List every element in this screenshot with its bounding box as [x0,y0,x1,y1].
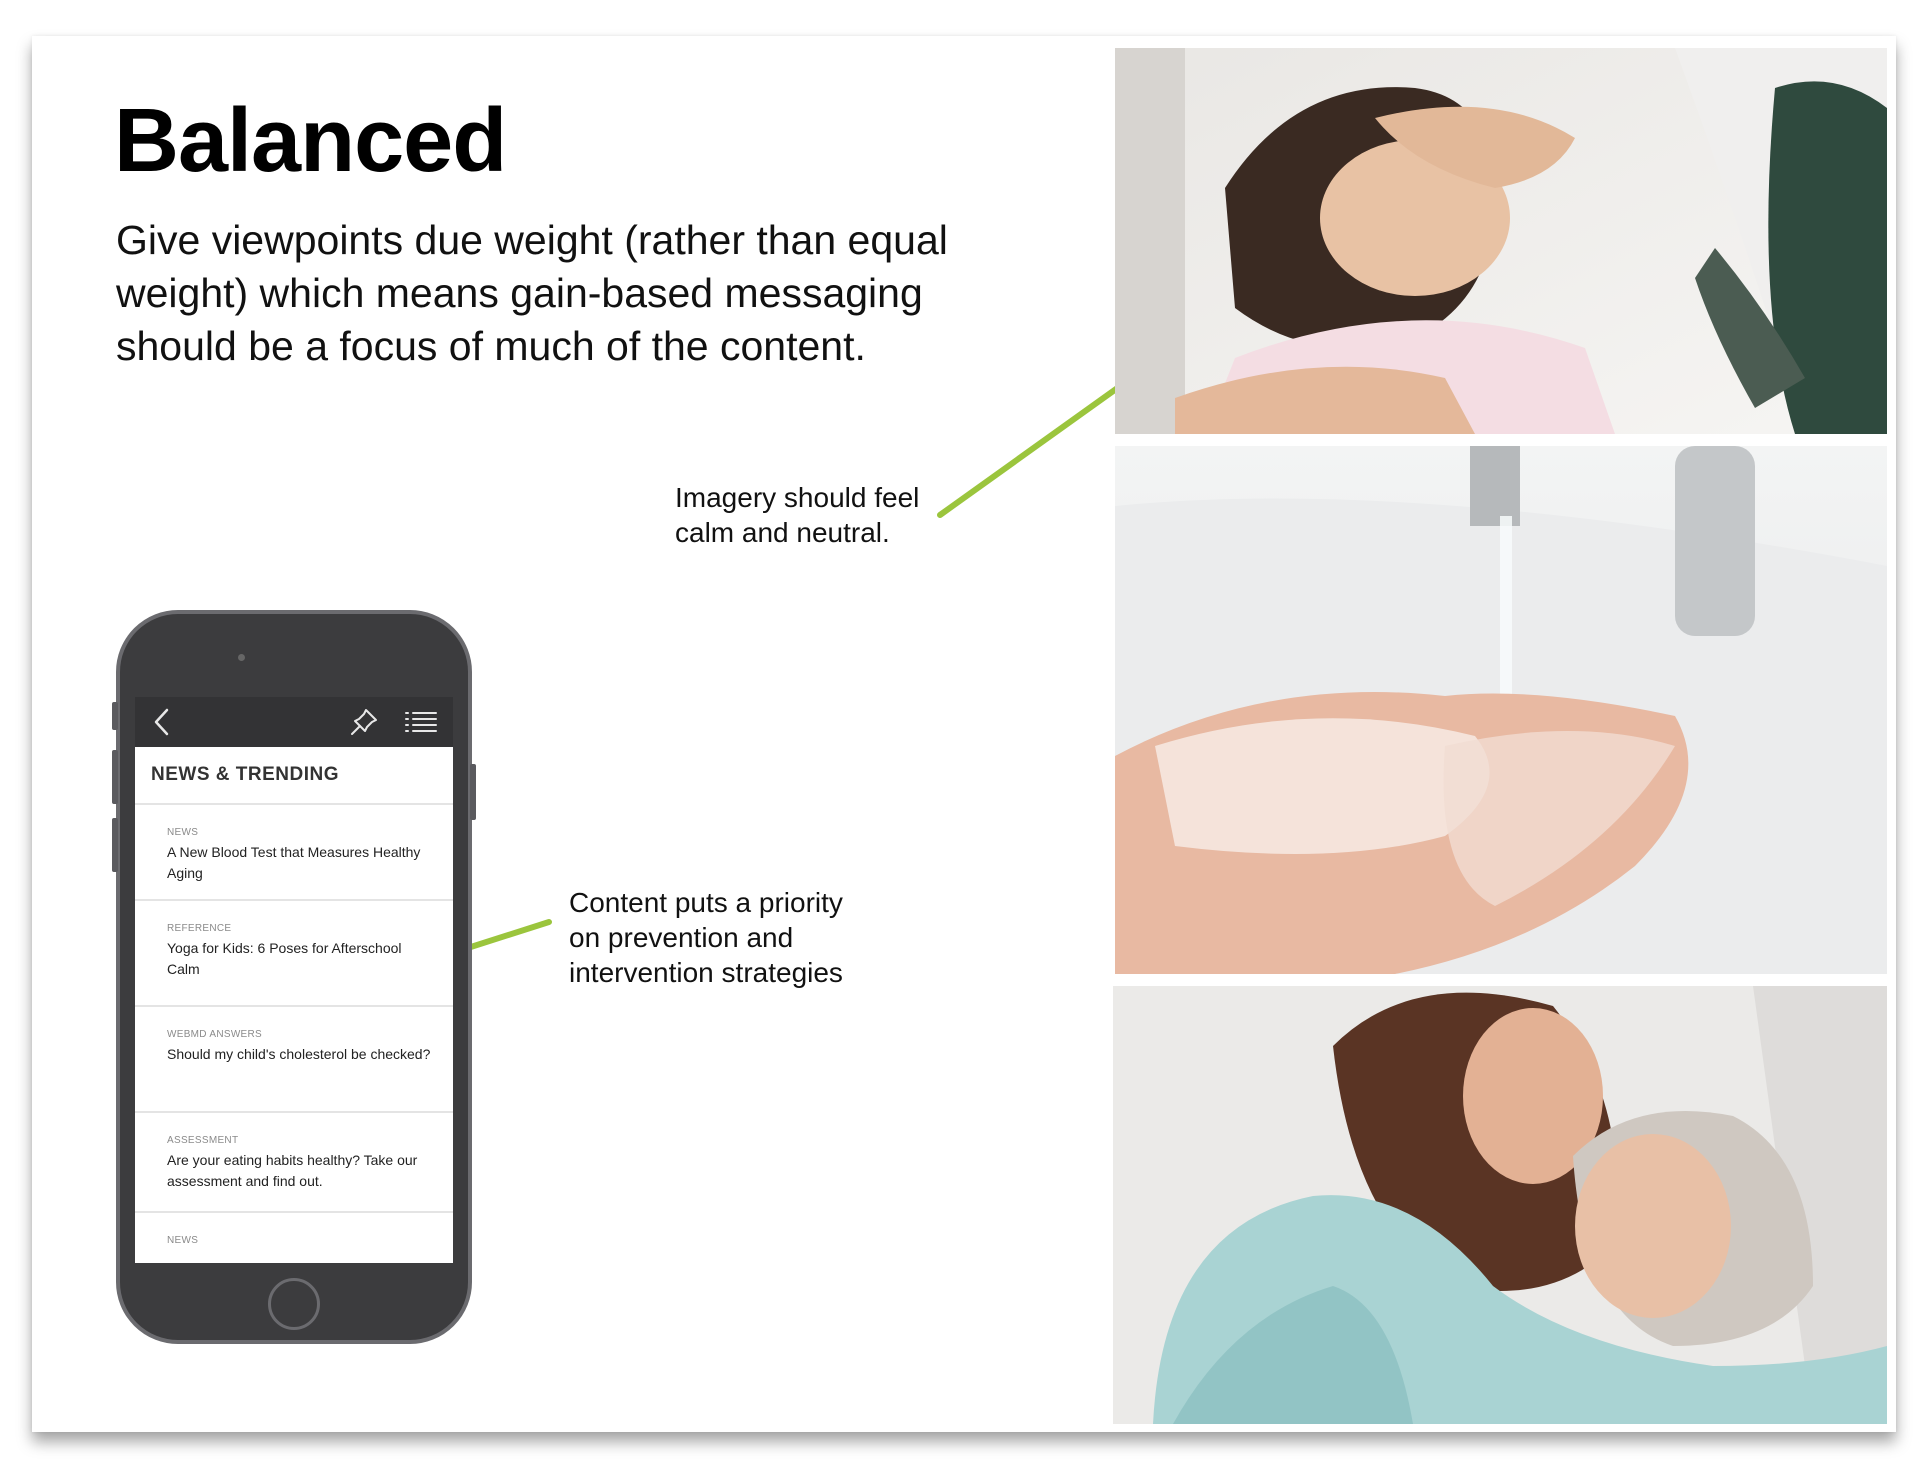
callout-content-text: Content puts a priority on prevention an… [569,887,843,988]
phone-camera [238,654,245,661]
feed-item-category: NEWS [167,827,199,838]
phone-mockup: NEWS & TRENDING NEWS A New Blood Test th… [112,610,476,1344]
pushpin-icon[interactable] [345,703,383,741]
phone-mute-switch [112,702,118,730]
photo-child-resting [1115,48,1887,434]
phone-volume-up [112,750,118,804]
feed-item[interactable]: NEWS A New Blood Test that Measures Heal… [135,805,453,901]
feed-item-title: A New Blood Test that Measures Healthy A… [167,844,421,881]
feed-item-title: Yoga for Kids: 6 Poses for Afterschool C… [167,940,402,977]
feed-item[interactable]: REFERENCE Yoga for Kids: 6 Poses for Aft… [135,901,453,1007]
feed-item[interactable]: WEBMD ANSWERS Should my child's choleste… [135,1007,453,1113]
phone-screen: NEWS & TRENDING NEWS A New Blood Test th… [135,697,453,1263]
feed-item[interactable]: NEWS [135,1213,453,1263]
callout-imagery-text: Imagery should feel calm and neutral. [675,482,920,548]
feed-item-title: Should my child's cholesterol be checked… [167,1046,431,1062]
slide: Balanced Give viewpoints due weight (rat… [32,36,1896,1432]
feed-item-category: WEBMD ANSWERS [167,1029,263,1040]
slide-subtitle: Give viewpoints due weight (rather than … [116,217,948,369]
phone-home-button [268,1278,320,1330]
photo-family-embrace [1113,986,1887,1424]
feed-item-category: NEWS [167,1235,199,1246]
section-title: NEWS & TRENDING [135,747,453,805]
imagery-connector-line [937,376,1133,518]
chevron-left-icon[interactable] [145,703,179,741]
phone-volume-down [112,818,118,872]
photo-handwashing [1115,446,1887,974]
slide-title: Balanced [114,91,507,191]
feed-item-category: REFERENCE [167,923,232,934]
feed-item-category: ASSESSMENT [167,1135,239,1146]
phone-power-button [470,764,476,820]
feed-item[interactable]: ASSESSMENT Are your eating habits health… [135,1113,453,1213]
list-menu-icon[interactable] [401,703,441,741]
app-navbar [135,697,453,747]
feed-item-title: Are your eating habits healthy? Take our… [167,1152,418,1189]
